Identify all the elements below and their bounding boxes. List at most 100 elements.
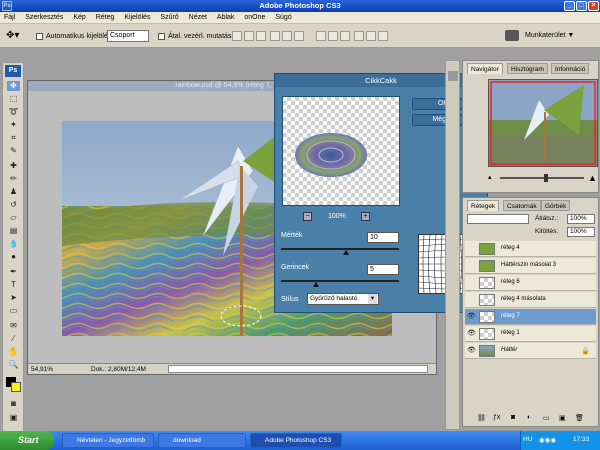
tray-icons[interactable]: ◉◉◉ (539, 436, 556, 444)
zoom-in-button[interactable]: + (361, 212, 370, 221)
document-info[interactable]: Dok.: 2,80M/12,4M (91, 366, 146, 373)
align-right-icon[interactable] (294, 31, 304, 41)
clock[interactable]: 17:33 (573, 436, 589, 443)
menu-item-onone[interactable]: onOne (240, 12, 269, 21)
visibility-eye-icon[interactable]: 👁 (467, 347, 476, 355)
amount-slider-thumb[interactable] (343, 250, 349, 255)
maximize-button[interactable]: □ (576, 1, 587, 11)
crop-tool-icon[interactable]: ⌗ (7, 133, 20, 143)
taskbar-item-photoshop[interactable]: Adobe Photoshop CS3 (250, 433, 342, 448)
language-indicator[interactable]: HU (523, 436, 532, 443)
dodge-tool-icon[interactable]: ● (7, 252, 20, 262)
pen-tool-icon[interactable]: ✒ (7, 267, 20, 277)
blend-mode-dropdown[interactable] (467, 214, 529, 224)
layer-row[interactable]: réteg 4 (465, 241, 596, 257)
tab-histogram[interactable]: Hisztogram (507, 63, 548, 74)
opacity-input[interactable]: 100% (567, 214, 595, 224)
link-layers-icon[interactable]: ⛓ (477, 414, 486, 422)
tab-channels[interactable]: Csatornák (503, 200, 541, 211)
quick-mask-icon[interactable]: ◙ (7, 399, 20, 409)
tab-curves[interactable]: Görbék (541, 200, 571, 211)
lasso-tool-icon[interactable]: ➰ (7, 107, 20, 117)
blur-tool-icon[interactable]: 💧 (7, 239, 20, 249)
auto-select-checkbox[interactable] (36, 33, 43, 40)
history-brush-tool-icon[interactable]: ↺ (7, 200, 20, 210)
panel-toggle-icon[interactable] (448, 71, 458, 81)
menu-item-view[interactable]: Nézet (185, 12, 211, 21)
menu-item-help[interactable]: Súgó (271, 12, 295, 21)
layer-row[interactable]: Háttérszín másolat 3 (465, 258, 596, 274)
menu-item-layer[interactable]: Réteg (92, 12, 119, 21)
align-left-icon[interactable] (270, 31, 280, 41)
align-vcenter-icon[interactable] (244, 31, 254, 41)
shape-tool-icon[interactable]: ▭ (7, 306, 20, 316)
menu-item-filter[interactable]: Szűrő (156, 12, 182, 21)
taskbar-item-download[interactable]: download (158, 433, 246, 448)
background-color-swatch[interactable] (11, 382, 21, 392)
eyedropper-sample-icon[interactable]: ⁄ (7, 334, 20, 344)
distribute-vcenter-icon[interactable] (328, 31, 338, 41)
layer-row[interactable]: 👁 réteg 1 (465, 326, 596, 342)
auto-select-dropdown[interactable]: Csoport (107, 30, 149, 42)
layer-row[interactable]: réteg 4 másolata (465, 292, 596, 308)
horizontal-scrollbar[interactable] (168, 365, 428, 373)
ridges-slider-thumb[interactable] (313, 282, 319, 287)
visibility-eye-icon[interactable]: 👁 (467, 313, 476, 321)
zoom-in-mountain-icon[interactable]: ▲ (588, 174, 597, 183)
align-hcenter-icon[interactable] (282, 31, 292, 41)
menu-item-image[interactable]: Kép (69, 12, 89, 21)
distribute-hcenter-icon[interactable] (366, 31, 376, 41)
eyedropper-tool-icon[interactable]: ✎ (7, 146, 20, 156)
eraser-tool-icon[interactable]: ▱ (7, 213, 20, 223)
close-button[interactable]: × (588, 1, 599, 11)
distribute-left-icon[interactable] (354, 31, 364, 41)
transform-controls-checkbox[interactable] (158, 33, 165, 40)
visibility-eye-icon[interactable] (467, 279, 476, 287)
menu-item-file[interactable]: Fájl (0, 12, 19, 21)
tab-info[interactable]: Információ (551, 63, 590, 74)
distribute-bottom-icon[interactable] (340, 31, 350, 41)
distribute-top-icon[interactable] (316, 31, 326, 41)
new-layer-icon[interactable]: ▣ (559, 414, 566, 422)
fill-input[interactable]: 100% (567, 227, 595, 237)
minimize-button[interactable]: _ (564, 1, 575, 11)
navigator-zoom-track[interactable] (500, 177, 584, 179)
layer-mask-icon[interactable]: ◙ (511, 414, 515, 421)
new-group-icon[interactable]: ▭ (543, 414, 550, 422)
zoom-out-button[interactable]: − (303, 212, 312, 221)
notes-tool-icon[interactable]: ✉ (7, 321, 20, 331)
menu-item-select[interactable]: Kijelölés (120, 12, 154, 21)
visibility-eye-icon[interactable] (467, 296, 476, 304)
navigator-zoom-slider[interactable]: ▴ ▲ (488, 174, 598, 183)
align-bottom-icon[interactable] (256, 31, 266, 41)
layer-row[interactable]: réteg 6 (465, 275, 596, 291)
workspace-button[interactable]: Munkaterület ▼ (525, 32, 574, 39)
align-top-icon[interactable] (232, 31, 242, 41)
zoom-tool-icon[interactable]: 🔍 (7, 360, 20, 370)
layer-row-selected[interactable]: 👁 réteg 7 (465, 309, 596, 325)
path-selection-tool-icon[interactable]: ➤ (7, 293, 20, 303)
move-tool-icon[interactable]: ✥▾ (6, 30, 19, 41)
marquee-tool-icon[interactable]: ⬚ (7, 94, 20, 104)
menu-item-edit[interactable]: Szerkesztés (21, 12, 67, 21)
navigator-zoom-thumb[interactable] (544, 174, 548, 182)
visibility-eye-icon[interactable]: 👁 (467, 330, 476, 338)
start-button[interactable]: Start (0, 431, 54, 450)
taskbar-item-notepad[interactable]: Névtelen - Jegyzettömb (62, 433, 154, 448)
screen-mode-icon[interactable]: ▣ (7, 413, 20, 423)
adjustment-layer-icon[interactable]: ◐ (527, 414, 531, 421)
visibility-eye-icon[interactable] (467, 262, 476, 270)
navigator-thumbnail[interactable] (488, 79, 598, 167)
zoom-out-mountain-icon[interactable]: ▴ (488, 174, 496, 182)
tab-navigator[interactable]: Navigátor (467, 63, 503, 74)
distribute-right-icon[interactable] (378, 31, 388, 41)
gradient-tool-icon[interactable]: ▤ (7, 226, 20, 236)
tab-layers[interactable]: Rétegek (467, 200, 500, 211)
ridges-input[interactable]: 5 (367, 264, 399, 275)
menu-item-window[interactable]: Ablak (213, 12, 239, 21)
clone-stamp-tool-icon[interactable]: ♟ (7, 187, 20, 197)
trash-icon[interactable]: 🗑 (575, 414, 584, 422)
brush-tool-icon[interactable]: ✏ (7, 174, 20, 184)
move-tool-icon[interactable]: ✥ (7, 81, 20, 91)
style-dropdown[interactable]: Gyűrűző halastó ▾ (307, 293, 379, 305)
